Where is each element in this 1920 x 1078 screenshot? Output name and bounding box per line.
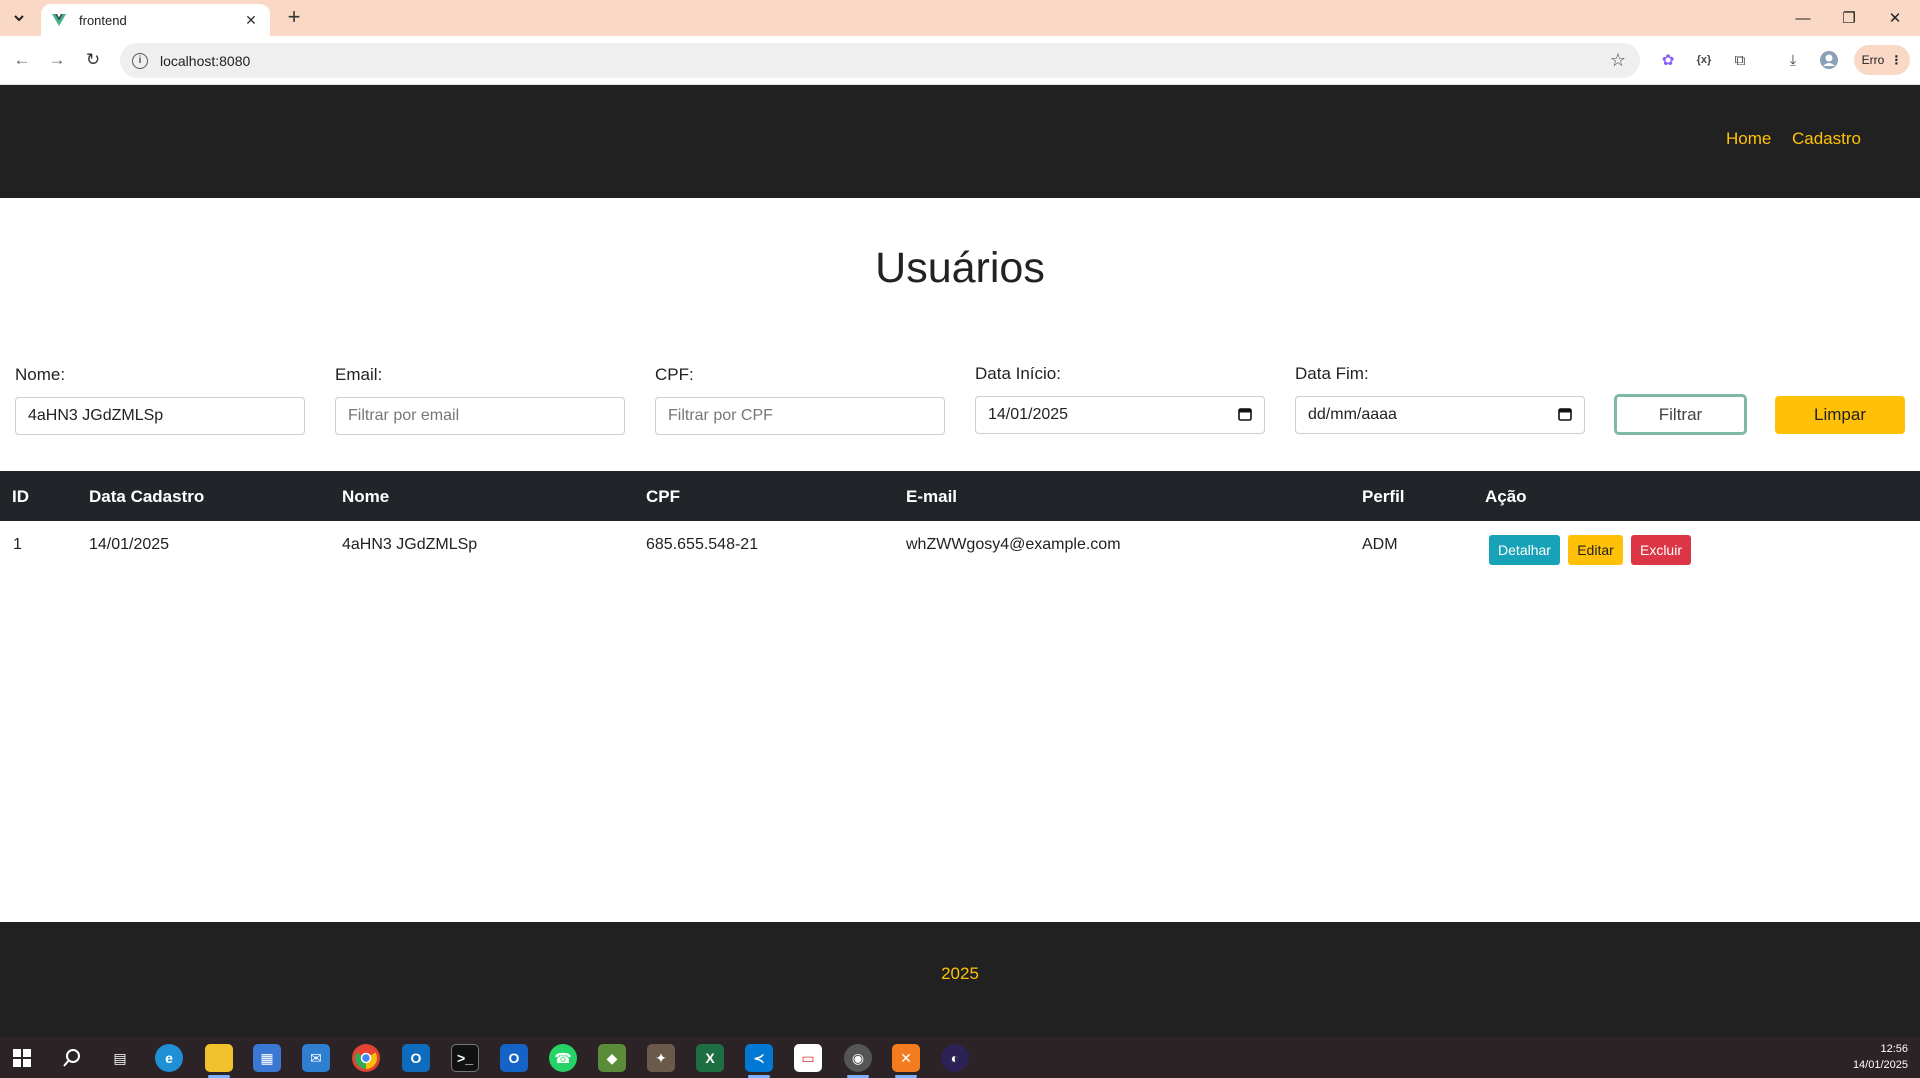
filter-data-fim-label: Data Fim: [1295,364,1369,383]
window-close-icon[interactable]: ✕ [1872,0,1918,36]
download-icon[interactable]: ⤓ [1781,48,1805,72]
data-fim-placeholder: dd/mm/aaaa [1308,406,1397,423]
file-explorer-icon[interactable] [205,1044,233,1072]
cell-email: whZWWgosy4@example.com [906,536,1121,553]
data-inicio-input[interactable]: 14/01/2025 [975,396,1265,434]
column-header-nome: Nome [342,487,390,506]
restore-icon[interactable]: ❐ [1826,0,1872,36]
store-icon[interactable]: ▦ [253,1044,281,1072]
excluir-button[interactable]: Excluir [1631,535,1691,565]
vue-favicon-icon [52,14,66,26]
search-icon[interactable] [58,1044,86,1072]
cell-data-cadastro: 14/01/2025 [89,536,170,553]
terminal-icon[interactable]: >_ [451,1044,479,1072]
edge-icon[interactable]: e [155,1044,183,1072]
pdf-icon[interactable]: ▭ [794,1044,822,1072]
whatsapp-icon[interactable]: ☎ [549,1044,577,1072]
nome-input[interactable]: 4aHN3 JGdZMLSp [15,397,305,435]
filter-nome-label: Nome: [15,365,66,384]
cell-perfil: ADM [1362,536,1398,553]
windows-start-icon[interactable] [8,1044,36,1072]
mail-icon[interactable]: ✉ [302,1044,330,1072]
filter-data-inicio-label: Data Início: [975,364,1061,383]
email-input[interactable]: Filtrar por email [335,397,625,435]
limpar-button[interactable]: Limpar [1775,396,1905,434]
filter-cpf: CPF: Filtrar por CPF [655,365,945,435]
browser-toolbar: ← → ↻ i localhost:8080 ☆ ✿ {x} ⧉ ⤓ Erro … [0,36,1920,85]
profile-error-button[interactable]: Erro ⋮ [1854,45,1910,75]
cell-id: 1 [13,536,22,553]
nav-home-link[interactable]: Home [1726,129,1771,149]
filter-data-fim: Data Fim: dd/mm/aaaa [1295,364,1585,434]
excel-icon[interactable]: X [696,1044,724,1072]
site-header: Home Cadastro [0,85,1920,198]
clock-time: 12:56 [1880,1043,1908,1055]
outlook-new-icon[interactable]: O [500,1044,528,1072]
filter-data-inicio: Data Início: 14/01/2025 [975,364,1265,434]
new-tab-button[interactable]: + [282,6,306,30]
filter-nome: Nome: 4aHN3 JGdZMLSp [15,365,305,435]
minimize-icon[interactable]: — [1780,0,1826,36]
filter-email: Email: Filtrar por email [335,365,625,435]
column-header-id: ID [12,487,29,506]
email-input-placeholder: Filtrar por email [348,407,460,424]
extension-flower-icon[interactable]: ✿ [1656,48,1680,72]
address-bar[interactable]: i localhost:8080 ☆ [120,43,1640,78]
profile-error-label: Erro [1861,53,1885,67]
tab-close-icon[interactable]: ✕ [242,12,260,29]
column-header-data-cadastro: Data Cadastro [89,487,205,506]
app-icon-2[interactable]: ✦ [647,1044,675,1072]
vscode-icon[interactable]: ≺ [745,1044,773,1072]
cell-nome: 4aHN3 JGdZMLSp [342,536,478,553]
eclipse-icon[interactable]: ◐ [941,1044,969,1072]
outlook-icon[interactable]: O [402,1044,430,1072]
xampp-icon[interactable]: ✕ [892,1044,920,1072]
cpf-input[interactable]: Filtrar por CPF [655,397,945,435]
app-icon[interactable]: ◆ [598,1044,626,1072]
browser-tab[interactable]: frontend ✕ [41,4,270,36]
site-info-icon[interactable]: i [132,52,148,69]
back-icon[interactable]: ← [10,48,34,72]
data-fim-input[interactable]: dd/mm/aaaa [1295,396,1585,434]
tab-title: frontend [79,12,127,28]
detalhar-button[interactable]: Detalhar [1489,535,1560,565]
kebab-menu-icon[interactable]: ⋮ [1890,53,1902,67]
column-header-acao: Ação [1485,487,1527,506]
url-text: localhost:8080 [160,52,251,69]
nav-cadastro-link[interactable]: Cadastro [1792,129,1861,149]
tab-strip: frontend ✕ + — ❐ ✕ [0,0,1920,36]
filter-cpf-label: CPF: [655,365,694,384]
filter-email-label: Email: [335,365,383,384]
editar-button[interactable]: Editar [1568,535,1623,565]
footer-year: 2025 [941,964,979,983]
nome-input-value: 4aHN3 JGdZMLSp [28,407,164,424]
site-footer: 2025 [0,922,1920,1037]
reload-icon[interactable]: ↻ [81,48,105,72]
bookmark-star-icon[interactable]: ☆ [1610,50,1626,71]
clock-date: 14/01/2025 [1852,1059,1908,1071]
chrome-active-icon[interactable]: ◉ [844,1044,872,1072]
calendar-icon[interactable] [1238,407,1252,424]
cpf-input-placeholder: Filtrar por CPF [668,407,773,424]
data-inicio-value: 14/01/2025 [988,406,1069,423]
column-header-cpf: CPF [646,487,680,506]
extensions-puzzle-icon[interactable]: ⧉ [1728,48,1752,72]
calendar-icon[interactable] [1558,407,1572,424]
extension-code-icon[interactable]: {x} [1692,48,1716,72]
task-view-icon[interactable]: ▤ [106,1044,134,1072]
cell-cpf: 685.655.548-21 [646,536,759,553]
taskbar: ▤ e ▦ ✉ O >_ O ☎ ◆ ✦ X ≺ ▭ ◉ ✕ ◐ 12:56 1… [0,1037,1920,1078]
filtrar-button[interactable]: Filtrar [1614,394,1747,435]
column-header-perfil: Perfil [1362,487,1405,506]
page-title: Usuários [875,244,1045,292]
tab-search-chevron-icon[interactable] [8,7,30,29]
column-header-email: E-mail [906,487,958,506]
avatar[interactable] [1817,48,1841,72]
chrome-icon[interactable] [352,1044,380,1072]
system-clock[interactable]: 12:56 14/01/2025 [1853,1041,1908,1073]
table-row: 1 14/01/2025 4aHN3 JGdZMLSp 685.655.548-… [0,521,1920,577]
forward-icon[interactable]: → [45,48,69,72]
table-header: ID Data Cadastro Nome CPF E-mail Perfil … [0,471,1920,521]
